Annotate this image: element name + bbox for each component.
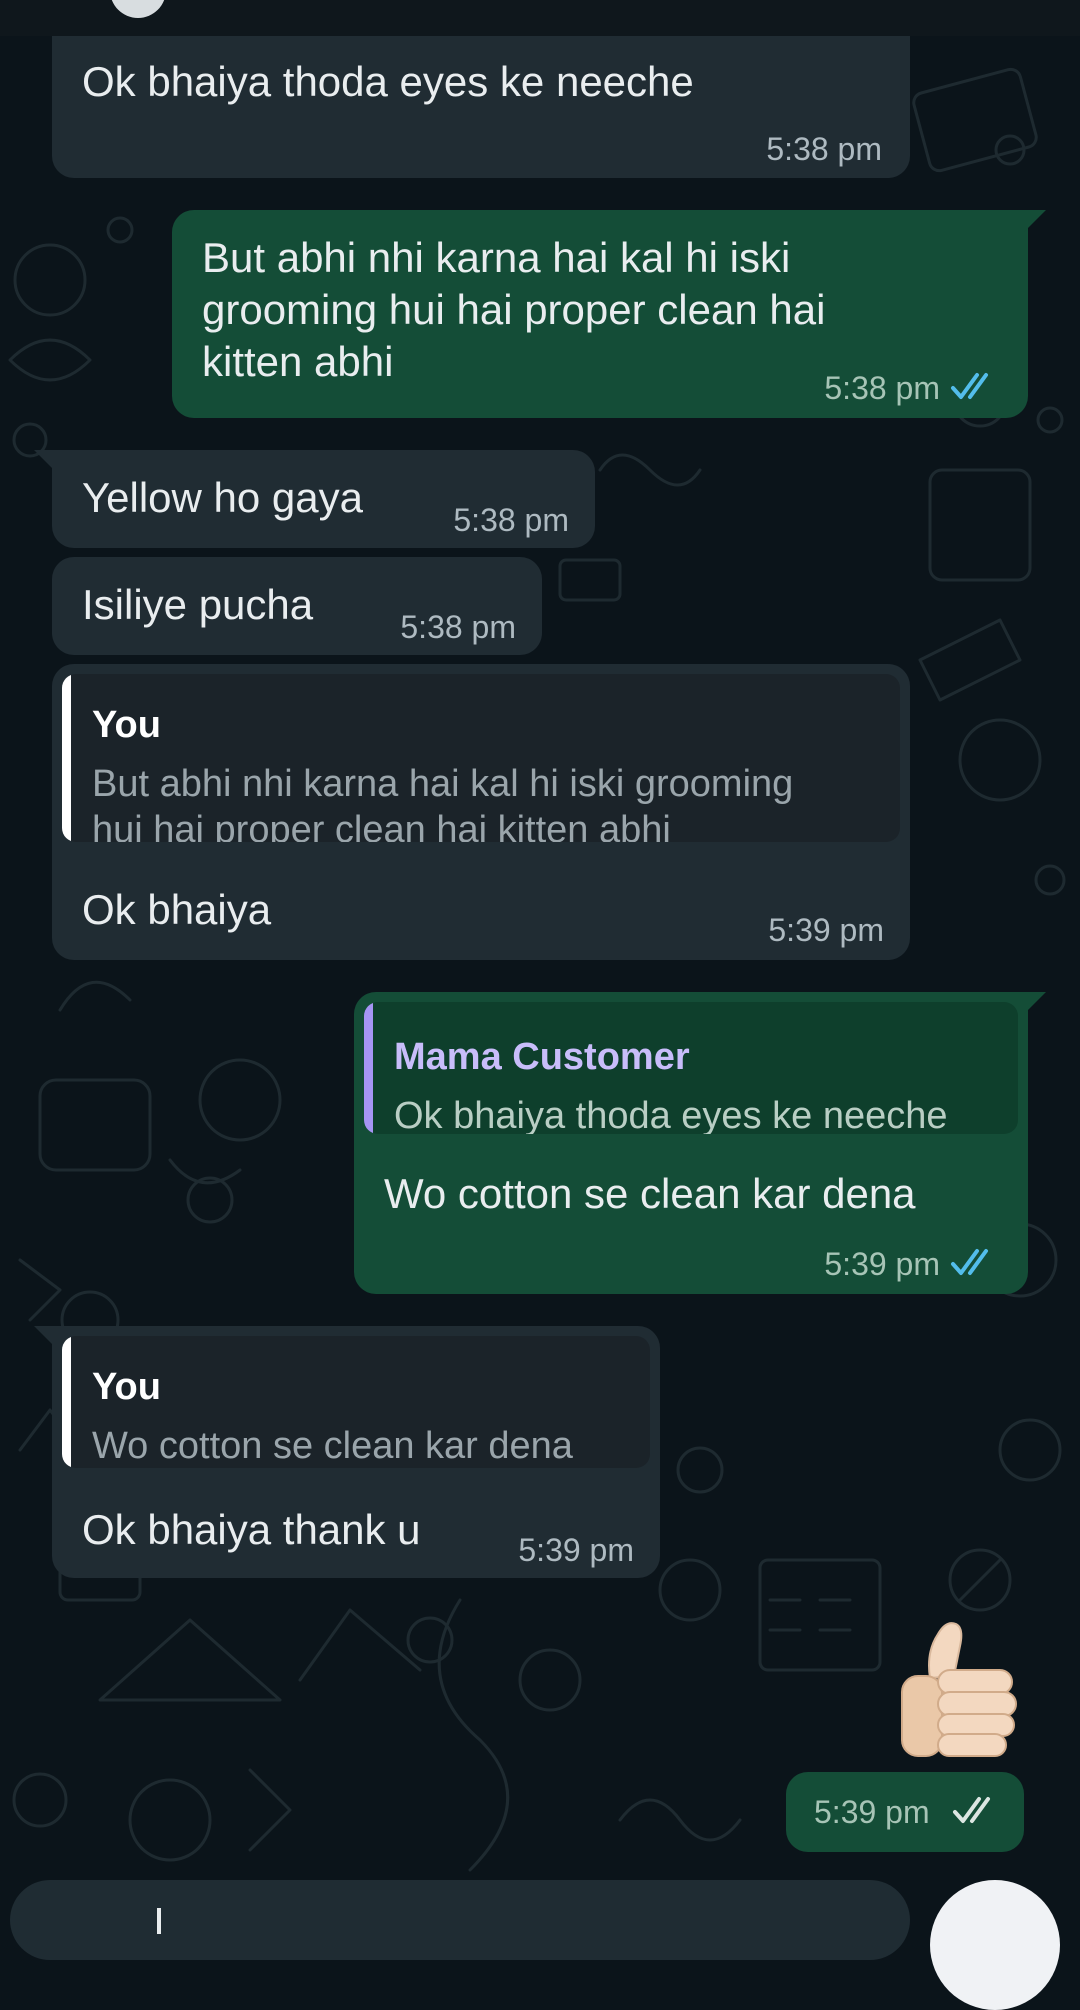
quote-author: You xyxy=(92,704,161,746)
message-time: 5:39 pm xyxy=(768,912,884,948)
quote-text-line: Ok bhaiya thoda eyes ke neeche xyxy=(394,1095,948,1134)
avatar[interactable] xyxy=(110,0,166,18)
message-time: 5:38 pm xyxy=(453,502,569,538)
message-bubble-incoming-reply[interactable]: You But abhi nhi karna hai kal hi iski g… xyxy=(52,664,910,960)
bubble-tail xyxy=(34,450,56,472)
message-bubble-outgoing-time[interactable]: 5:39 pm xyxy=(786,1772,1024,1852)
message-text: Ok bhaiya thoda eyes ke neeche xyxy=(82,58,694,105)
message-input-bar xyxy=(0,1870,1080,2010)
message-bubble-incoming-reply[interactable]: You Wo cotton se clean kar dena Ok bhaiy… xyxy=(34,1326,660,1578)
text-caret xyxy=(157,1908,161,1934)
quote-author: You xyxy=(92,1366,161,1408)
message-text: Ok bhaiya xyxy=(82,886,272,933)
message-bubble-incoming[interactable]: Yellow ho gaya 5:38 pm xyxy=(34,450,595,548)
bubble-tail xyxy=(34,1326,56,1348)
message-input[interactable] xyxy=(10,1880,910,1960)
message-text: Ok bhaiya thank u xyxy=(82,1506,421,1553)
message-text: Isiliye pucha xyxy=(82,581,314,628)
send-button[interactable] xyxy=(930,1880,1060,2010)
message-bubble-incoming[interactable]: Ok bhaiya thoda eyes ke neeche 5:38 pm xyxy=(52,36,910,178)
quoted-message[interactable]: You Wo cotton se clean kar dena xyxy=(62,1336,650,1468)
message-bubble-outgoing[interactable]: But abhi nhi karna hai kal hi iski groom… xyxy=(172,210,1046,418)
bubble-tail xyxy=(1024,210,1046,232)
double-check-icon xyxy=(951,1249,988,1275)
message-text: Yellow ho gaya xyxy=(82,474,363,521)
quote-accent-bar xyxy=(62,1336,71,1468)
quote-text-line: Wo cotton se clean kar dena xyxy=(92,1425,573,1467)
message-time: 5:38 pm xyxy=(766,131,882,167)
quoted-message[interactable]: Mama Customer Ok bhaiya thoda eyes ke ne… xyxy=(364,1002,1018,1134)
bubble-tail xyxy=(1024,992,1046,1014)
thumbs-up-icon[interactable] xyxy=(896,1620,1022,1760)
quote-accent-bar xyxy=(364,1002,373,1134)
message-time: 5:39 pm xyxy=(814,1794,930,1830)
chat-header xyxy=(0,0,1080,36)
quote-accent-bar xyxy=(62,674,71,842)
message-bubble-outgoing-reply[interactable]: Mama Customer Ok bhaiya thoda eyes ke ne… xyxy=(354,992,1046,1294)
message-time: 5:39 pm xyxy=(824,1246,940,1282)
double-check-icon xyxy=(953,1797,990,1823)
quote-text-line: hui hai proper clean hai kitten abhi xyxy=(92,809,671,842)
message-text-line: grooming hui hai proper clean hai xyxy=(202,286,826,333)
message-text-line: But abhi nhi karna hai kal hi iski xyxy=(202,234,791,281)
message-bubble-incoming[interactable]: Isiliye pucha 5:38 pm xyxy=(52,557,542,655)
quote-author: Mama Customer xyxy=(394,1036,690,1078)
message-text-line: kitten abhi xyxy=(202,338,394,385)
double-check-icon xyxy=(951,373,988,399)
quote-text-line: But abhi nhi karna hai kal hi iski groom… xyxy=(92,763,794,805)
message-time: 5:39 pm xyxy=(518,1532,634,1568)
quoted-message[interactable]: You But abhi nhi karna hai kal hi iski g… xyxy=(62,674,900,842)
message-time: 5:38 pm xyxy=(400,609,516,645)
message-time: 5:38 pm xyxy=(824,370,940,406)
message-text: Wo cotton se clean kar dena xyxy=(384,1170,916,1217)
